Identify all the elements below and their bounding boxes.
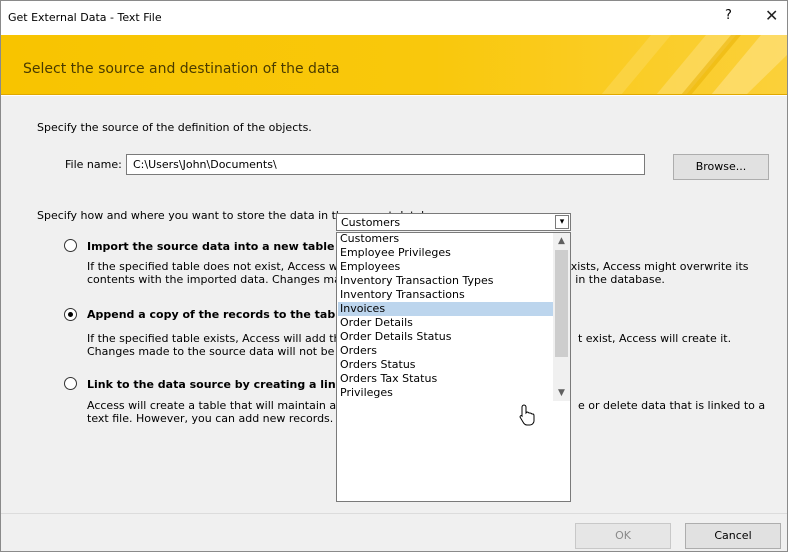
link-desc-line1a: Access will create a table that will mai… (87, 399, 337, 412)
list-item-orders[interactable]: Orders (338, 344, 553, 358)
browse-button[interactable]: Browse... (673, 154, 769, 180)
close-button[interactable]: ✕ (765, 6, 778, 25)
scrollbar-thumb[interactable] (555, 250, 568, 357)
banner-decoration (601, 35, 787, 94)
table-combo-value: Customers (341, 216, 401, 229)
table-combo[interactable]: Customers ▾ (336, 213, 571, 231)
list-scrollbar[interactable]: ▲ ▼ (553, 233, 570, 401)
append-radio[interactable] (64, 308, 77, 321)
list-item-invoices[interactable]: Invoices (338, 302, 553, 316)
list-item-orders-status[interactable]: Orders Status (338, 358, 553, 372)
help-button[interactable]: ? (725, 8, 732, 23)
link-option-label[interactable]: Link to the data source by creating a li… (87, 378, 367, 391)
link-radio[interactable] (64, 377, 77, 390)
wizard-banner: Select the source and destination of the… (1, 35, 787, 95)
file-name-value: C:\Users\John\Documents\ (133, 158, 277, 171)
link-desc-line2: text file. However, you can add new reco… (87, 412, 334, 425)
list-item-employee-privileges[interactable]: Employee Privileges (338, 246, 553, 260)
list-item-orders-tax-status[interactable]: Orders Tax Status (338, 372, 553, 386)
get-external-data-dialog: Get External Data - Text File ? ✕ Select… (0, 0, 788, 552)
append-option-label[interactable]: Append a copy of the records to the tabl… (87, 308, 351, 321)
window-title: Get External Data - Text File (8, 11, 162, 24)
append-desc-line1b: t exist, Access will create it. (578, 332, 732, 345)
file-name-label: File name: (65, 158, 122, 171)
list-item-inventory-transactions[interactable]: Inventory Transactions (338, 288, 553, 302)
ok-button[interactable]: OK (575, 523, 671, 549)
scroll-down-icon[interactable]: ▼ (553, 385, 570, 401)
list-item-inventory-transaction-types[interactable]: Inventory Transaction Types (338, 274, 553, 288)
title-bar: Get External Data - Text File ? ✕ (1, 1, 787, 35)
file-name-field[interactable]: C:\Users\John\Documents\ (126, 154, 645, 175)
list-item-customers[interactable]: Customers (338, 233, 553, 246)
list-item-order-details-status[interactable]: Order Details Status (338, 330, 553, 344)
scroll-up-icon[interactable]: ▲ (553, 233, 570, 249)
list-item-privileges[interactable]: Privileges (338, 386, 553, 400)
table-dropdown-list[interactable]: Customers Employee Privileges Employees … (336, 232, 571, 502)
append-desc-line1a: If the specified table exists, Access wi… (87, 332, 341, 345)
banner-heading: Select the source and destination of the… (23, 61, 340, 77)
link-desc-line1b: e or delete data that is linked to a (578, 399, 766, 412)
list-item-order-details[interactable]: Order Details (338, 316, 553, 330)
chevron-down-icon[interactable]: ▾ (555, 215, 569, 229)
import-radio[interactable] (64, 239, 77, 252)
list-item-employees[interactable]: Employees (338, 260, 553, 274)
dialog-footer: OK Cancel (1, 513, 787, 551)
append-desc-line2: Changes made to the source data will not… (87, 345, 335, 358)
mouse-cursor-icon (519, 404, 535, 426)
cancel-button[interactable]: Cancel (685, 523, 781, 549)
source-intro: Specify the source of the definition of … (37, 121, 312, 134)
radio-selected-dot (68, 312, 73, 317)
